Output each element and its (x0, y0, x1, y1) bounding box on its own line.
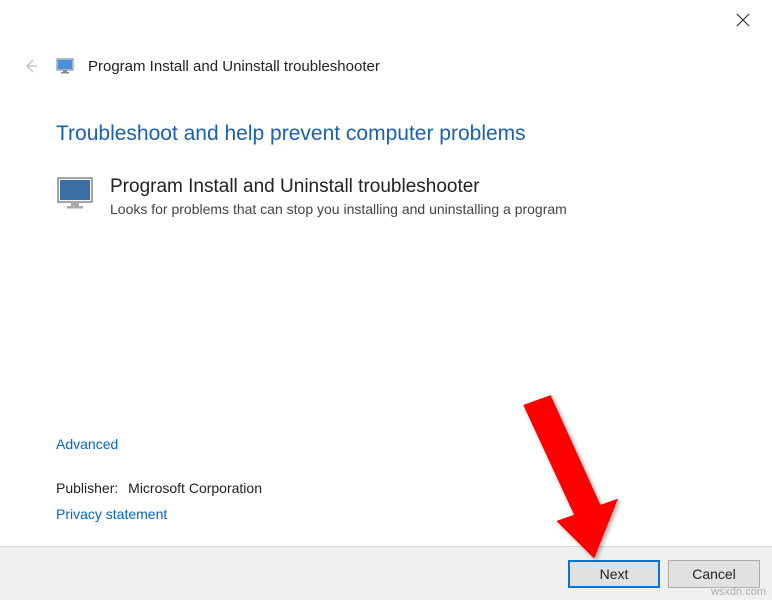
program-title: Program Install and Uninstall troublesho… (110, 176, 567, 199)
main-heading: Troubleshoot and help prevent computer p… (56, 122, 716, 146)
program-description: Looks for problems that can stop you ins… (110, 201, 567, 217)
back-button[interactable] (18, 54, 42, 78)
footer: Next Cancel (0, 546, 772, 600)
header: Program Install and Uninstall troublesho… (0, 40, 772, 78)
cancel-button[interactable]: Cancel (668, 560, 760, 588)
publisher-label: Publisher: (56, 480, 118, 496)
watermark: wsxdn.com (711, 586, 766, 598)
advanced-link[interactable]: Advanced (56, 436, 118, 452)
monitor-icon (56, 176, 96, 210)
window-title: Program Install and Uninstall troublesho… (88, 58, 380, 75)
privacy-link[interactable]: Privacy statement (56, 506, 167, 522)
next-button[interactable]: Next (568, 560, 660, 588)
publisher-value: Microsoft Corporation (128, 480, 262, 496)
publisher-row: Publisher: Microsoft Corporation (56, 480, 716, 496)
monitor-small-icon (56, 57, 74, 75)
close-button[interactable] (728, 6, 758, 34)
program-row: Program Install and Uninstall troublesho… (56, 176, 716, 217)
troubleshooter-icon (56, 176, 96, 210)
close-icon (736, 13, 750, 27)
app-icon (56, 57, 74, 75)
program-text: Program Install and Uninstall troublesho… (110, 176, 567, 217)
lower-section: Advanced Publisher: Microsoft Corporatio… (56, 436, 716, 524)
content-area: Troubleshoot and help prevent computer p… (0, 78, 772, 217)
arrow-left-icon (20, 56, 40, 76)
next-button-label: Next (600, 566, 629, 582)
titlebar (0, 0, 772, 40)
